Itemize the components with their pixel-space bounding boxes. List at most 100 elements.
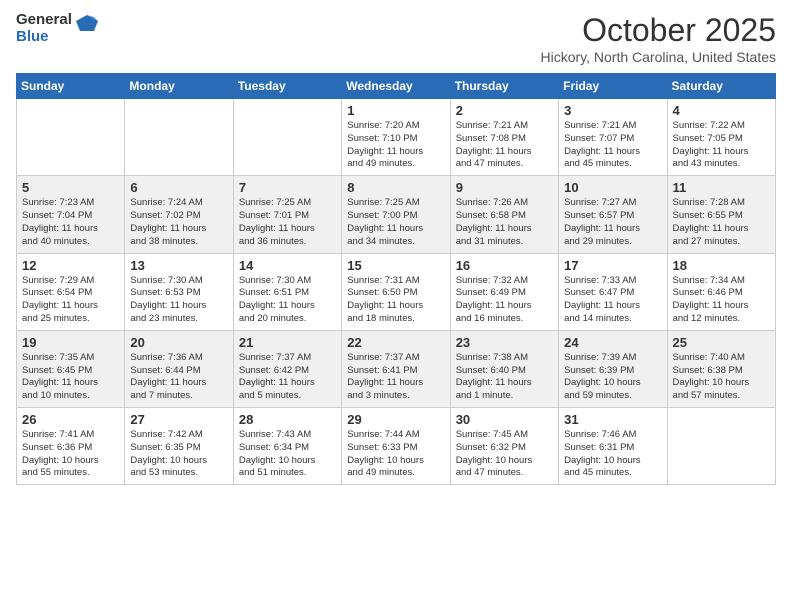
- table-row: 8Sunrise: 7:25 AM Sunset: 7:00 PM Daylig…: [342, 176, 450, 253]
- calendar-week-4: 19Sunrise: 7:35 AM Sunset: 6:45 PM Dayli…: [17, 330, 776, 407]
- page-header: General Blue October 2025 Hickory, North…: [16, 12, 776, 65]
- col-saturday: Saturday: [667, 74, 775, 99]
- day-info: Sunrise: 7:42 AM Sunset: 6:35 PM Dayligh…: [130, 429, 227, 480]
- day-number: 15: [347, 258, 444, 273]
- table-row: 1 Sunrise: 7:20 AM Sunset: 7:10 PM Daylig…: [342, 99, 450, 176]
- day-info: Sunrise: 7:28 AM Sunset: 6:55 PM Dayligh…: [673, 197, 770, 248]
- table-row: 27Sunrise: 7:42 AM Sunset: 6:35 PM Dayli…: [125, 408, 233, 485]
- calendar-week-5: 26Sunrise: 7:41 AM Sunset: 6:36 PM Dayli…: [17, 408, 776, 485]
- table-row: [17, 99, 125, 176]
- day-number: 4: [673, 103, 770, 118]
- day-info: Sunrise: 7:35 AM Sunset: 6:45 PM Dayligh…: [22, 352, 119, 403]
- day-number: 6: [130, 180, 227, 195]
- day-info: Sunrise: 7:45 AM Sunset: 6:32 PM Dayligh…: [456, 429, 553, 480]
- table-row: 24Sunrise: 7:39 AM Sunset: 6:39 PM Dayli…: [559, 330, 667, 407]
- day-info: Sunrise: 7:25 AM Sunset: 7:00 PM Dayligh…: [347, 197, 444, 248]
- table-row: 23 Sunrise: 7:38 AM Sunset: 6:40 PM Dayli…: [450, 330, 558, 407]
- col-monday: Monday: [125, 74, 233, 99]
- calendar-header-row: Sunday Monday Tuesday Wednesday Thursday…: [17, 74, 776, 99]
- day-number: 16: [456, 258, 553, 273]
- table-row: 13Sunrise: 7:30 AM Sunset: 6:53 PM Dayli…: [125, 253, 233, 330]
- table-row: 15 Sunrise: 7:31 AM Sunset: 6:50 PM Dayli…: [342, 253, 450, 330]
- day-number: 24: [564, 335, 661, 350]
- table-row: [667, 408, 775, 485]
- day-number: 20: [130, 335, 227, 350]
- day-number: 7: [239, 180, 336, 195]
- day-number: 3: [564, 103, 661, 118]
- day-number: 31: [564, 412, 661, 427]
- day-info: Sunrise: 7:31 AM Sunset: 6:50 PM Dayligh…: [347, 275, 444, 326]
- table-row: 10 Sunrise: 7:27 AM Sunset: 6:57 PM Dayli…: [559, 176, 667, 253]
- table-row: 7 Sunrise: 7:25 AM Sunset: 7:01 PM Daylig…: [233, 176, 341, 253]
- day-number: 18: [673, 258, 770, 273]
- day-number: 9: [456, 180, 553, 195]
- day-number: 28: [239, 412, 336, 427]
- table-row: 3 Sunrise: 7:21 AM Sunset: 7:07 PM Daylig…: [559, 99, 667, 176]
- day-number: 23: [456, 335, 553, 350]
- logo-text: General Blue: [16, 12, 72, 45]
- table-row: 14Sunrise: 7:30 AM Sunset: 6:51 PM Dayli…: [233, 253, 341, 330]
- day-info: Sunrise: 7:29 AM Sunset: 6:54 PM Dayligh…: [22, 275, 119, 326]
- day-info: Sunrise: 7:26 AM Sunset: 6:58 PM Dayligh…: [456, 197, 553, 248]
- day-info: Sunrise: 7:43 AM Sunset: 6:34 PM Dayligh…: [239, 429, 336, 480]
- day-info: Sunrise: 7:27 AM Sunset: 6:57 PM Dayligh…: [564, 197, 661, 248]
- table-row: 12 Sunrise: 7:29 AM Sunset: 6:54 PM Dayli…: [17, 253, 125, 330]
- month-title: October 2025: [541, 12, 777, 49]
- day-number: 5: [22, 180, 119, 195]
- day-info: Sunrise: 7:36 AM Sunset: 6:44 PM Dayligh…: [130, 352, 227, 403]
- logo-blue: Blue: [16, 29, 72, 46]
- table-row: [233, 99, 341, 176]
- table-row: 11 Sunrise: 7:28 AM Sunset: 6:55 PM Dayli…: [667, 176, 775, 253]
- day-number: 30: [456, 412, 553, 427]
- col-tuesday: Tuesday: [233, 74, 341, 99]
- day-info: Sunrise: 7:38 AM Sunset: 6:40 PM Dayligh…: [456, 352, 553, 403]
- day-info: Sunrise: 7:24 AM Sunset: 7:02 PM Dayligh…: [130, 197, 227, 248]
- day-number: 13: [130, 258, 227, 273]
- day-number: 21: [239, 335, 336, 350]
- title-block: October 2025 Hickory, North Carolina, Un…: [541, 12, 777, 65]
- day-number: 25: [673, 335, 770, 350]
- day-number: 14: [239, 258, 336, 273]
- table-row: 28 Sunrise: 7:43 AM Sunset: 6:34 PM Dayli…: [233, 408, 341, 485]
- day-info: Sunrise: 7:25 AM Sunset: 7:01 PM Dayligh…: [239, 197, 336, 248]
- day-info: Sunrise: 7:34 AM Sunset: 6:46 PM Dayligh…: [673, 275, 770, 326]
- day-number: 11: [673, 180, 770, 195]
- day-number: 2: [456, 103, 553, 118]
- day-info: Sunrise: 7:41 AM Sunset: 6:36 PM Dayligh…: [22, 429, 119, 480]
- table-row: 21Sunrise: 7:37 AM Sunset: 6:42 PM Dayli…: [233, 330, 341, 407]
- calendar-week-3: 12 Sunrise: 7:29 AM Sunset: 6:54 PM Dayli…: [17, 253, 776, 330]
- day-info: Sunrise: 7:33 AM Sunset: 6:47 PM Dayligh…: [564, 275, 661, 326]
- table-row: 5 Sunrise: 7:23 AM Sunset: 7:04 PM Daylig…: [17, 176, 125, 253]
- day-info: Sunrise: 7:23 AM Sunset: 7:04 PM Dayligh…: [22, 197, 119, 248]
- location: Hickory, North Carolina, United States: [541, 49, 777, 65]
- day-number: 10: [564, 180, 661, 195]
- day-info: Sunrise: 7:20 AM Sunset: 7:10 PM Dayligh…: [347, 120, 444, 171]
- col-wednesday: Wednesday: [342, 74, 450, 99]
- table-row: 30 Sunrise: 7:45 AM Sunset: 6:32 PM Dayli…: [450, 408, 558, 485]
- day-number: 1: [347, 103, 444, 118]
- table-row: 2 Sunrise: 7:21 AM Sunset: 7:08 PM Daylig…: [450, 99, 558, 176]
- logo-general: General: [16, 12, 72, 29]
- day-info: Sunrise: 7:21 AM Sunset: 7:08 PM Dayligh…: [456, 120, 553, 171]
- table-row: 9 Sunrise: 7:26 AM Sunset: 6:58 PM Daylig…: [450, 176, 558, 253]
- table-row: 17 Sunrise: 7:33 AM Sunset: 6:47 PM Dayli…: [559, 253, 667, 330]
- day-number: 22: [347, 335, 444, 350]
- day-info: Sunrise: 7:21 AM Sunset: 7:07 PM Dayligh…: [564, 120, 661, 171]
- table-row: [125, 99, 233, 176]
- table-row: 22Sunrise: 7:37 AM Sunset: 6:41 PM Dayli…: [342, 330, 450, 407]
- calendar-week-2: 5 Sunrise: 7:23 AM Sunset: 7:04 PM Daylig…: [17, 176, 776, 253]
- table-row: 19Sunrise: 7:35 AM Sunset: 6:45 PM Dayli…: [17, 330, 125, 407]
- col-thursday: Thursday: [450, 74, 558, 99]
- table-row: 18 Sunrise: 7:34 AM Sunset: 6:46 PM Dayli…: [667, 253, 775, 330]
- day-number: 29: [347, 412, 444, 427]
- day-number: 12: [22, 258, 119, 273]
- day-info: Sunrise: 7:40 AM Sunset: 6:38 PM Dayligh…: [673, 352, 770, 403]
- logo-icon: [76, 13, 98, 35]
- day-number: 17: [564, 258, 661, 273]
- day-info: Sunrise: 7:22 AM Sunset: 7:05 PM Dayligh…: [673, 120, 770, 171]
- day-info: Sunrise: 7:46 AM Sunset: 6:31 PM Dayligh…: [564, 429, 661, 480]
- table-row: 16Sunrise: 7:32 AM Sunset: 6:49 PM Dayli…: [450, 253, 558, 330]
- table-row: 25 Sunrise: 7:40 AM Sunset: 6:38 PM Dayli…: [667, 330, 775, 407]
- calendar-week-1: 1 Sunrise: 7:20 AM Sunset: 7:10 PM Daylig…: [17, 99, 776, 176]
- table-row: 31 Sunrise: 7:46 AM Sunset: 6:31 PM Dayli…: [559, 408, 667, 485]
